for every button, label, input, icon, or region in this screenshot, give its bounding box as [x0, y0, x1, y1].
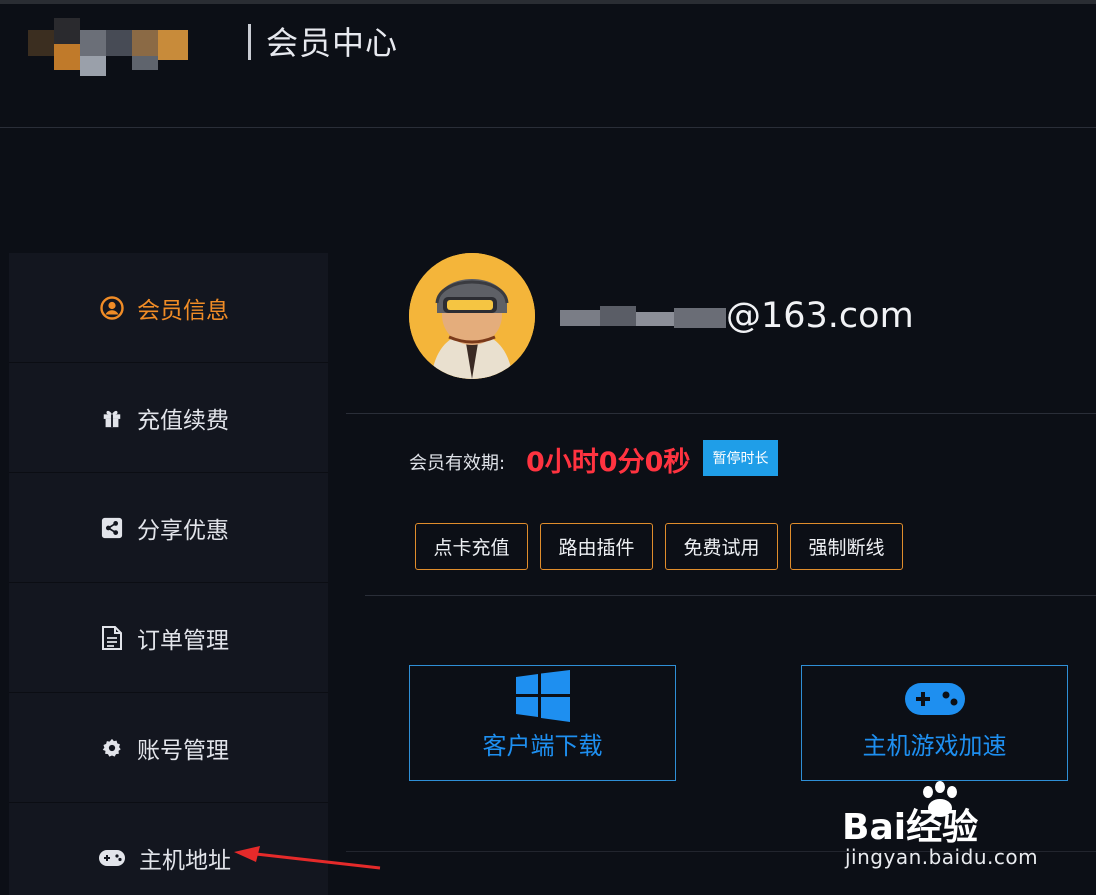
validity-value: 0小时0分0秒: [526, 447, 691, 478]
sidebar-item-label: 充值续费: [137, 407, 229, 434]
sidebar-item-label: 主机地址: [139, 847, 231, 874]
sidebar-item-member-info[interactable]: 会员信息: [9, 253, 328, 363]
sidebar-item-label: 会员信息: [137, 297, 229, 324]
windows-icon: [515, 670, 570, 726]
force-disconnect-button[interactable]: 强制断线: [790, 523, 903, 570]
avatar[interactable]: [409, 253, 535, 379]
gift-icon: [99, 405, 125, 431]
point-card-recharge-button[interactable]: 点卡充值: [415, 523, 528, 570]
logo[interactable]: [28, 14, 198, 80]
sidebar-item-orders[interactable]: 订单管理: [9, 583, 328, 693]
share-icon: [99, 515, 125, 541]
card-label: 主机游戏加速: [862, 732, 1007, 760]
title-separator: [248, 24, 251, 60]
sidebar: 会员信息 充值续费 分享优惠 订单管理 账号管理 主机地址: [9, 253, 328, 895]
client-download-card[interactable]: 客户端下载: [409, 665, 676, 781]
page-header: 会员中心: [0, 4, 1096, 128]
sidebar-item-label: 订单管理: [137, 627, 229, 654]
watermark-domain: jingyan.baidu.com: [845, 845, 1039, 869]
account-email: @163.com: [726, 296, 914, 336]
pause-time-button[interactable]: 暂停时长: [703, 440, 778, 476]
divider: [346, 413, 1096, 414]
gear-icon: [99, 735, 125, 761]
sidebar-item-recharge[interactable]: 充值续费: [9, 363, 328, 473]
sidebar-item-account[interactable]: 账号管理: [9, 693, 328, 803]
validity-label: 会员有效期:: [409, 453, 506, 474]
page-title: 会员中心: [266, 24, 399, 62]
watermark-brand: Bai经验: [842, 807, 979, 848]
divider: [365, 595, 1096, 596]
console-game-acceleration-card[interactable]: 主机游戏加速: [801, 665, 1068, 781]
sidebar-item-label: 账号管理: [137, 737, 229, 764]
sidebar-item-label: 分享优惠: [137, 517, 229, 544]
email-masked-prefix: [560, 302, 730, 332]
gamepad-icon: [97, 845, 127, 871]
router-plugin-button[interactable]: 路由插件: [540, 523, 653, 570]
free-trial-button[interactable]: 免费试用: [665, 523, 778, 570]
gamepad-icon: [904, 682, 966, 720]
user-circle-icon: [99, 295, 125, 321]
sidebar-item-share[interactable]: 分享优惠: [9, 473, 328, 583]
document-icon: [99, 625, 125, 651]
card-label: 客户端下载: [482, 732, 603, 760]
